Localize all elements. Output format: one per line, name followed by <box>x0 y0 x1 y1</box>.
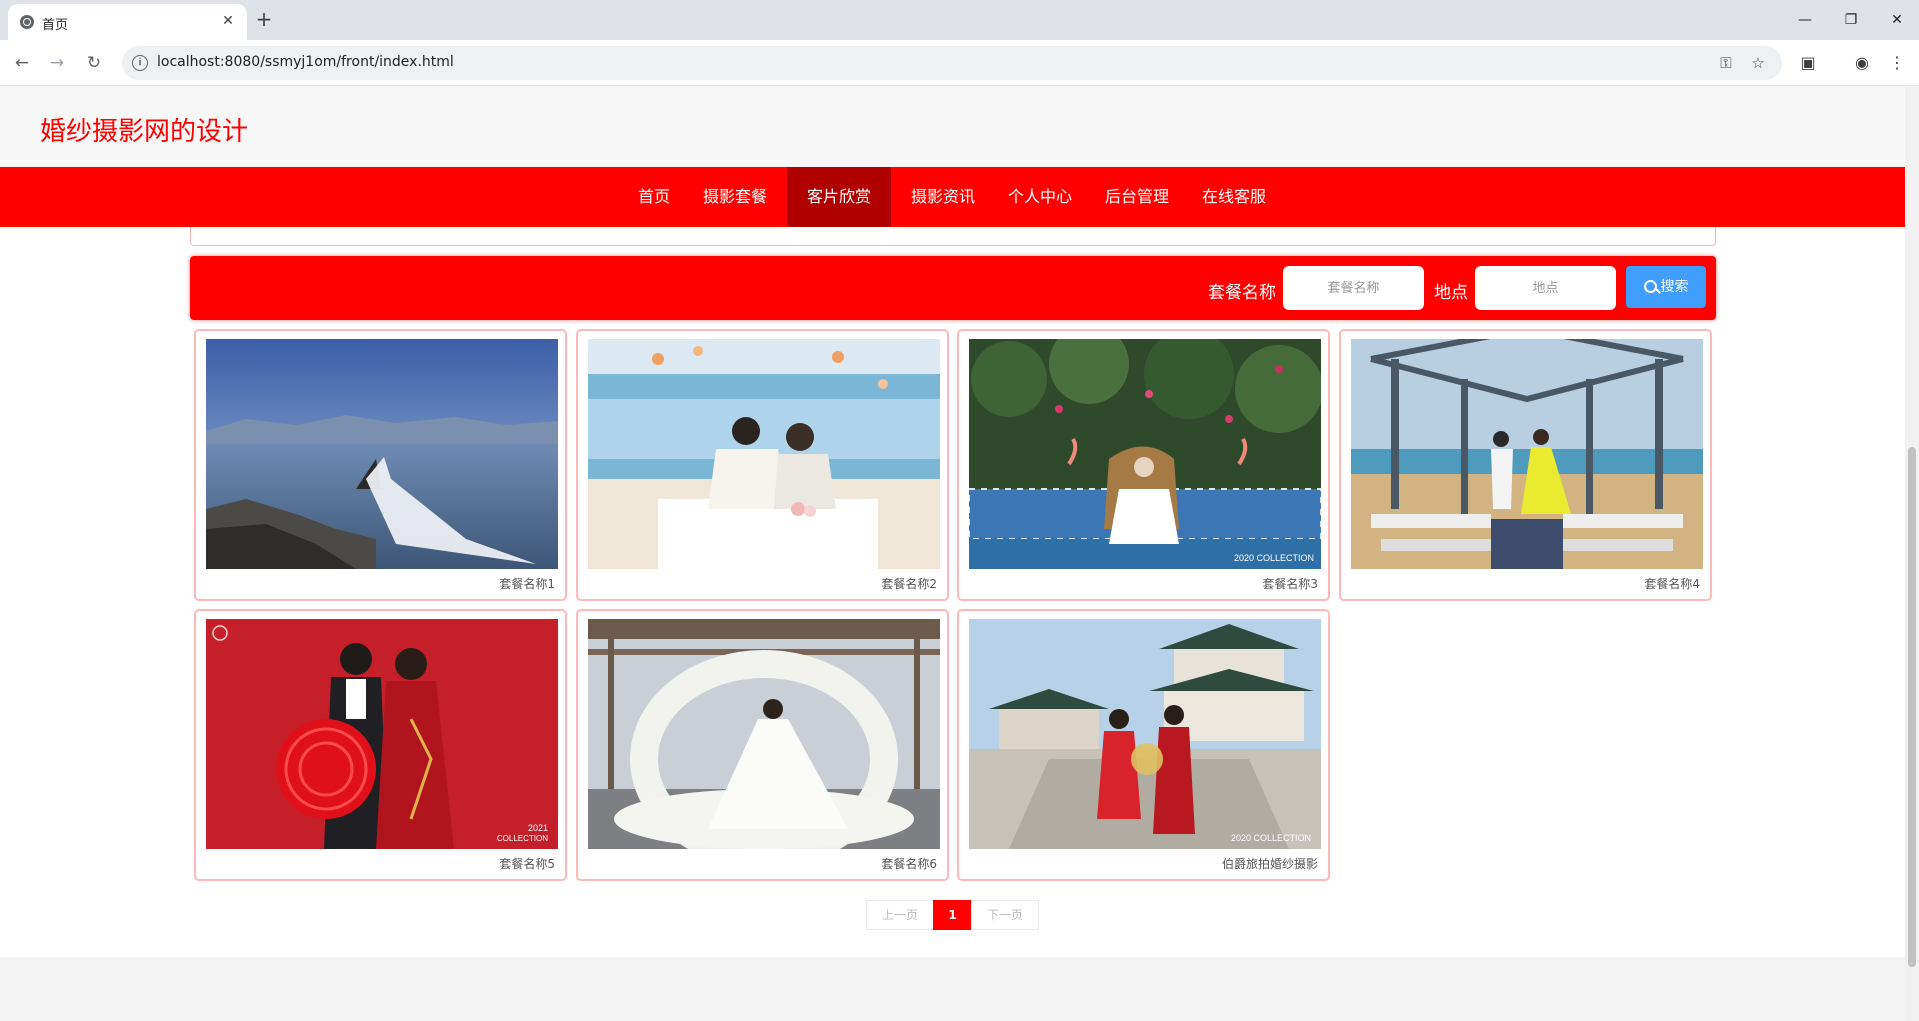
package-name: 套餐名称2 <box>881 577 937 591</box>
bookmark-star-icon[interactable]: ☆ <box>1746 51 1770 75</box>
photo-overlay-text: 2020 COLLECTION <box>1231 833 1311 843</box>
site-header: 婚纱摄影网的设计 <box>0 87 1905 167</box>
page-number-button[interactable]: 1 <box>933 900 972 930</box>
package-photo[interactable] <box>206 339 558 569</box>
nav-item-support[interactable]: 在线客服 <box>1189 167 1279 227</box>
next-page-button[interactable]: 下一页 <box>971 900 1039 930</box>
scrollbar-thumb[interactable] <box>1908 447 1916 967</box>
profile-icon[interactable]: ◉ <box>1850 51 1874 75</box>
package-name: 套餐名称3 <box>1262 577 1318 591</box>
browser-tab-bar: 首页 ✕ + — ❐ ✕ <box>0 0 1919 40</box>
nav-item-gallery[interactable]: 客片欣赏 <box>787 167 891 227</box>
package-photo[interactable]: 2021 COLLECTION <box>206 619 558 849</box>
package-name-input[interactable] <box>1283 266 1424 310</box>
search-button[interactable]: 搜索 <box>1626 266 1706 308</box>
nav-item-home[interactable]: 首页 <box>625 167 683 227</box>
tab-close-icon[interactable]: ✕ <box>219 12 237 30</box>
tab-title: 首页 <box>42 18 69 33</box>
close-window-button[interactable]: ✕ <box>1877 6 1917 34</box>
globe-icon <box>20 15 34 29</box>
package-card[interactable]: 套餐名称4 <box>1339 329 1712 601</box>
banner-edge <box>190 227 1716 246</box>
package-photo[interactable] <box>588 339 940 569</box>
key-icon[interactable]: ⚿ <box>1714 51 1738 75</box>
package-card[interactable]: 2020 COLLECTION 套餐名称3 <box>957 329 1330 601</box>
page-viewport: 婚纱摄影网的设计 首页 摄影套餐 客片欣赏 摄影资讯 个人中心 后台管理 在线客… <box>0 87 1905 1021</box>
package-photo[interactable] <box>588 619 940 849</box>
nav-item-packages[interactable]: 摄影套餐 <box>690 167 780 227</box>
package-card[interactable]: 套餐名称2 <box>576 329 949 601</box>
back-icon[interactable]: ← <box>10 51 34 75</box>
new-tab-button[interactable]: + <box>252 8 276 32</box>
url-text[interactable]: localhost:8080/ssmyj1om/front/index.html <box>157 54 454 70</box>
search-icon <box>1643 280 1657 293</box>
search-bar: 套餐名称 地点 搜索 <box>190 256 1716 320</box>
package-photo[interactable] <box>1351 339 1703 569</box>
prev-page-button[interactable]: 上一页 <box>866 900 934 930</box>
page-scrollbar[interactable] <box>1905 87 1919 1021</box>
package-name: 伯爵旅拍婚纱摄影 <box>1221 857 1318 871</box>
package-name: 套餐名称4 <box>1644 577 1700 591</box>
location-input[interactable] <box>1475 266 1616 310</box>
photo-overlay-year: 2021 <box>528 823 548 833</box>
location-label: 地点 <box>1434 283 1468 303</box>
package-card[interactable]: 2020 COLLECTION 伯爵旅拍婚纱摄影 <box>957 609 1330 881</box>
site-title: 婚纱摄影网的设计 <box>40 117 249 147</box>
photo-overlay-text: COLLECTION <box>497 834 548 843</box>
nav-item-admin[interactable]: 后台管理 <box>1092 167 1182 227</box>
reading-list-icon[interactable]: ▣ <box>1796 51 1820 75</box>
minimize-button[interactable]: — <box>1785 6 1825 34</box>
menu-kebab-icon[interactable]: ⋮ <box>1885 51 1909 75</box>
package-name: 套餐名称1 <box>499 577 555 591</box>
site-info-icon[interactable]: i <box>132 55 148 71</box>
nav-item-news[interactable]: 摄影资讯 <box>898 167 988 227</box>
package-name-label: 套餐名称 <box>1208 283 1276 303</box>
footer-area <box>0 957 1905 1021</box>
package-photo[interactable]: 2020 COLLECTION <box>969 619 1321 849</box>
package-card[interactable]: 套餐名称1 <box>194 329 567 601</box>
forward-icon[interactable]: → <box>45 51 69 75</box>
reload-icon[interactable]: ↻ <box>82 51 106 75</box>
restore-button[interactable]: ❐ <box>1831 6 1871 34</box>
package-card[interactable]: 2021 COLLECTION 套餐名称5 <box>194 609 567 881</box>
photo-overlay-text: 2020 COLLECTION <box>1234 553 1314 563</box>
nav-item-profile[interactable]: 个人中心 <box>995 167 1085 227</box>
package-name: 套餐名称5 <box>499 857 555 871</box>
package-card[interactable]: 套餐名称6 <box>576 609 949 881</box>
browser-toolbar: ← → ↻ i localhost:8080/ssmyj1om/front/in… <box>0 40 1919 86</box>
search-button-label: 搜索 <box>1660 279 1689 295</box>
package-photo[interactable]: 2020 COLLECTION <box>969 339 1321 569</box>
main-nav: 首页 摄影套餐 客片欣赏 摄影资讯 个人中心 后台管理 在线客服 <box>0 167 1905 227</box>
browser-tab[interactable]: 首页 ✕ <box>8 4 247 40</box>
package-name: 套餐名称6 <box>881 857 937 871</box>
address-bar[interactable]: i localhost:8080/ssmyj1om/front/index.ht… <box>122 46 1782 80</box>
